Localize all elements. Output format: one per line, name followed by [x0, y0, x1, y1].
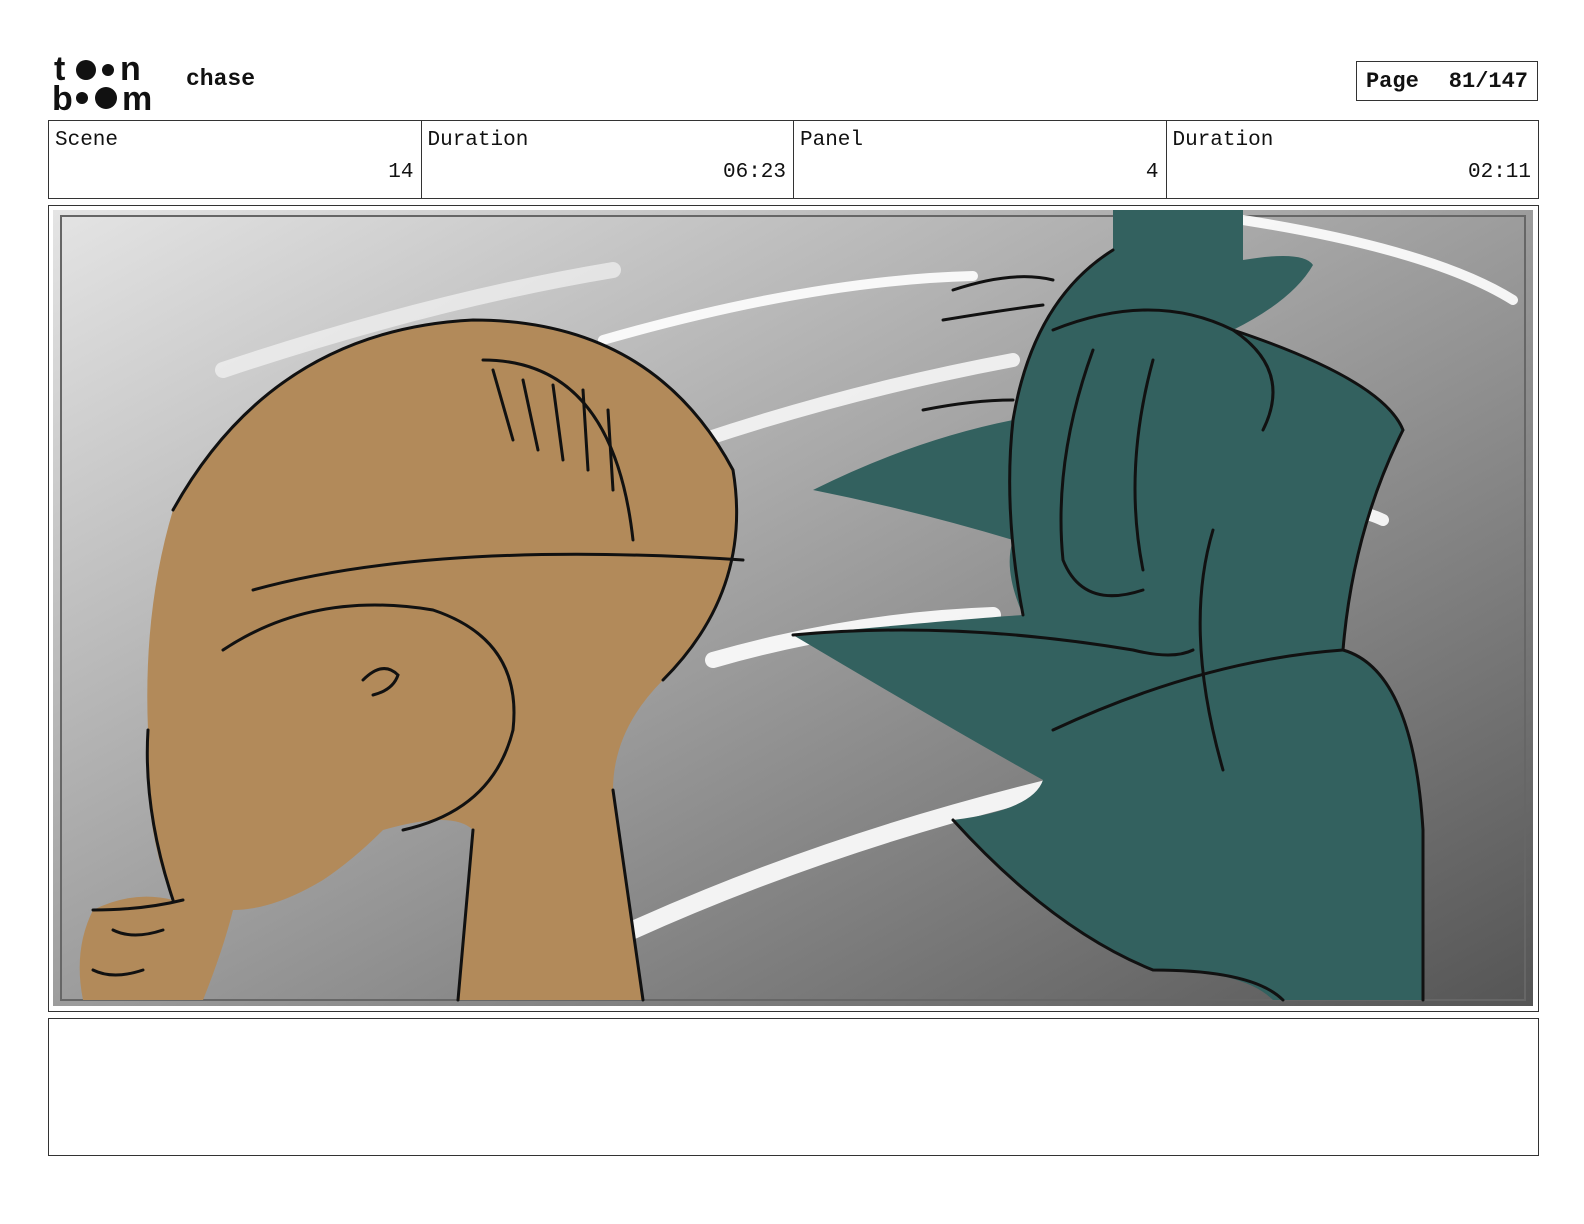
storyboard-panel-frame — [48, 205, 1539, 1012]
page-number: 81/147 — [1448, 68, 1529, 94]
scene-value: 14 — [388, 161, 414, 184]
scene-label: Scene — [55, 129, 119, 152]
caption-box — [48, 1018, 1539, 1156]
svg-text:m: m — [122, 80, 152, 112]
page-indicator: Page 81/147 — [1356, 61, 1538, 101]
scene-duration-value: 06:23 — [722, 161, 786, 184]
scene-cell: Scene 14 — [49, 121, 422, 198]
project-title: chase — [186, 66, 256, 92]
panel-duration-value: 02:11 — [1467, 161, 1531, 184]
scene-duration-label: Duration — [427, 129, 529, 152]
panel-value: 4 — [1145, 161, 1159, 184]
panel-label: Panel — [800, 129, 864, 152]
toon-boom-logo: t n b m — [52, 50, 152, 112]
scene-duration-cell: Duration 06:23 — [422, 121, 794, 198]
panel-cell: Panel 4 — [794, 121, 1167, 198]
panel-duration-cell: Duration 02:11 — [1167, 121, 1539, 198]
page-label: Page — [1365, 68, 1419, 94]
svg-text:b: b — [52, 80, 73, 112]
scene-info-table: Scene 14 Duration 06:23 Panel 4 Duration… — [48, 120, 1539, 199]
panel-duration-label: Duration — [1172, 129, 1274, 152]
storyboard-panel-drawing — [53, 210, 1533, 1006]
